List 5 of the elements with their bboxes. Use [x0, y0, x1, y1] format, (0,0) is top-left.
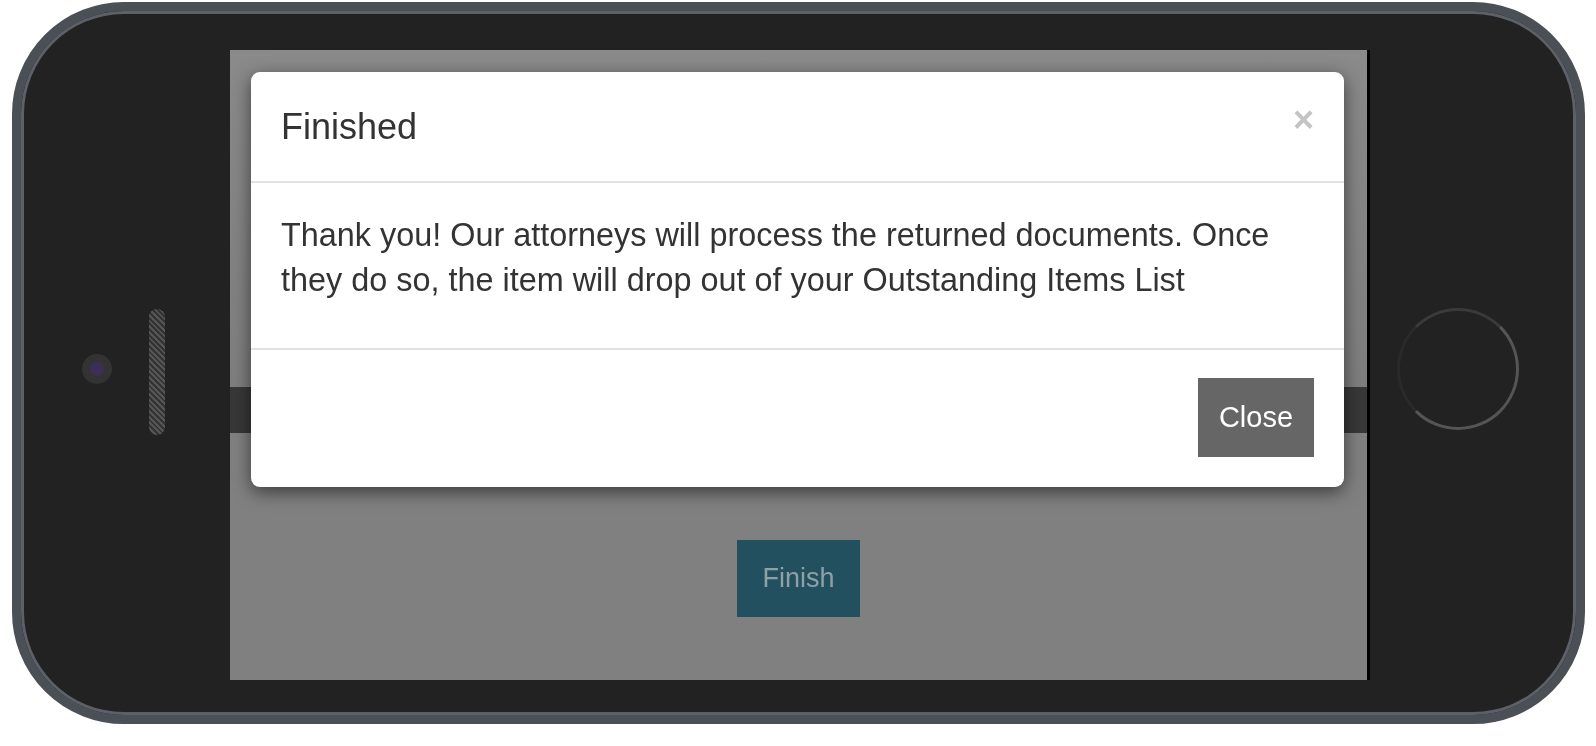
close-button[interactable]: Close	[1198, 378, 1314, 457]
modal-message: Thank you! Our attorneys will process the returned documents. Once they do so, the item will drop out of your Outstanding Items List	[281, 216, 1271, 301]
modal-title: Finished	[281, 104, 418, 149]
finish-button[interactable]: Finish	[737, 540, 860, 617]
camera-icon	[82, 354, 112, 384]
